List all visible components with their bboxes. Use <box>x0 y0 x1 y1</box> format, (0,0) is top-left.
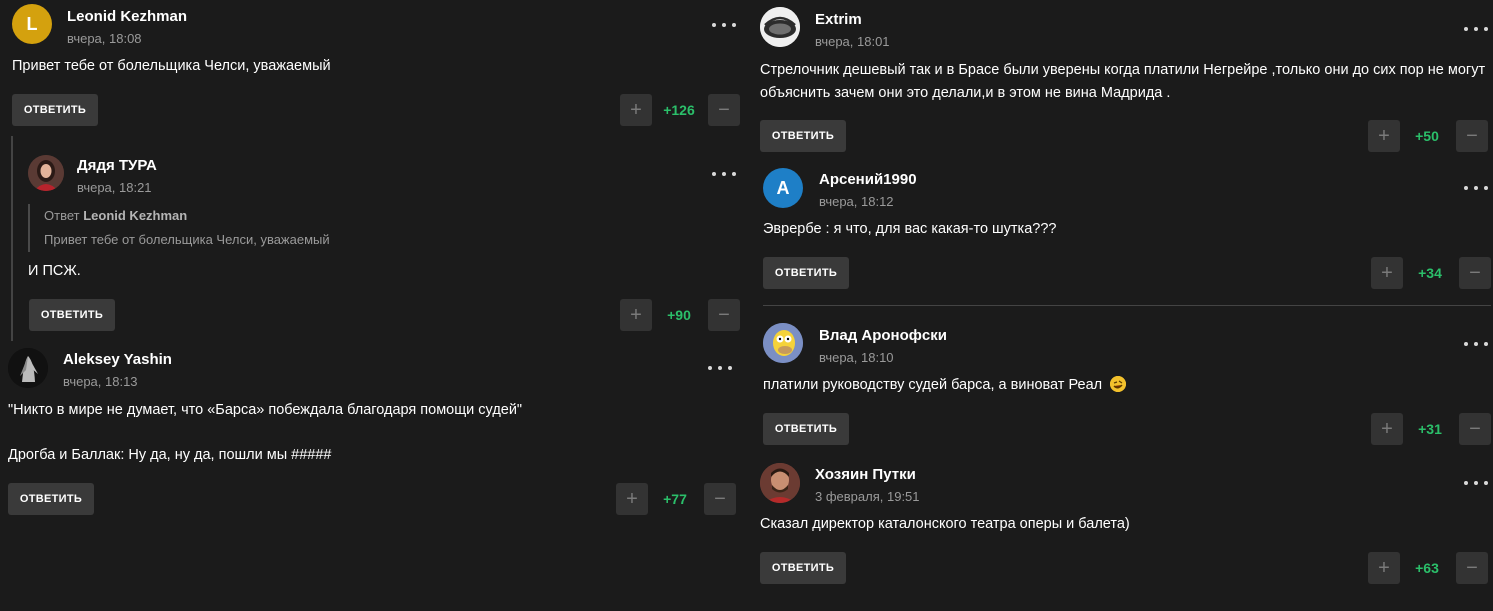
avatar[interactable]: L <box>12 4 52 44</box>
comment-leonid-kezhman: L Leonid Kezhman вчера, 18:08 Привет теб… <box>0 0 750 135</box>
comment-author[interactable]: Арсений1990 <box>819 171 917 188</box>
more-options-icon[interactable] <box>712 168 736 180</box>
reply-button[interactable]: ОТВЕТИТЬ <box>763 257 849 289</box>
dark-figure-avatar-icon[interactable] <box>8 348 48 388</box>
reply-button[interactable]: ОТВЕТИТЬ <box>12 94 98 126</box>
downvote-button[interactable]: − <box>1459 257 1491 289</box>
man-portrait-avatar-icon[interactable] <box>760 463 800 503</box>
quote-prefix: Ответ <box>44 208 80 223</box>
avatar-letter: L <box>26 13 38 34</box>
quote-header: Ответ Leonid Kezhman <box>44 204 330 228</box>
downvote-button[interactable]: − <box>708 94 740 126</box>
upvote-button[interactable]: + <box>620 299 652 331</box>
downvote-button[interactable]: − <box>1459 413 1491 445</box>
vote-score: +90 <box>667 307 691 323</box>
upvote-button[interactable]: + <box>620 94 652 126</box>
avatar-letter: A <box>776 177 790 198</box>
comment-author[interactable]: Хозяин Путки <box>815 466 916 483</box>
comment-text: Привет тебе от болельщика Челси, уважаем… <box>12 58 331 74</box>
vote-score: +31 <box>1418 421 1442 437</box>
comment-author[interactable]: Extrim <box>815 11 862 28</box>
downvote-button[interactable]: − <box>1456 552 1488 584</box>
comment-time: вчера, 18:01 <box>815 34 890 49</box>
comment-arseniy1990: A Арсений1990 вчера, 18:12 Эврербе : я ч… <box>750 160 1493 300</box>
more-options-icon[interactable] <box>708 362 732 374</box>
comment-vlad-aronofski: Влад Аронофски вчера, 18:10 платили руко… <box>750 310 1493 455</box>
downvote-button[interactable]: − <box>708 299 740 331</box>
quote-text: Привет тебе от болельщика Челси, уважаем… <box>44 232 330 247</box>
reply-button[interactable]: ОТВЕТИТЬ <box>763 413 849 445</box>
comment-time: вчера, 18:08 <box>67 31 142 46</box>
comment-author[interactable]: Leonid Kezhman <box>67 8 187 25</box>
comment-aleksey-yashin: Aleksey Yashin вчера, 18:13 "Никто в мир… <box>0 340 750 520</box>
reply-button[interactable]: ОТВЕТИТЬ <box>29 299 115 331</box>
more-options-icon[interactable] <box>1464 338 1488 350</box>
vote-score: +34 <box>1418 265 1442 281</box>
upvote-button[interactable]: + <box>1371 257 1403 289</box>
upvote-button[interactable]: + <box>616 483 648 515</box>
comment-separator <box>763 305 1491 306</box>
comment-text-line-2: Дрогба и Баллак: Ну да, ну да, пошли мы … <box>8 447 332 463</box>
comment-hozyain-putki: Хозяин Путки 3 февраля, 19:51 Сказал дир… <box>750 455 1493 605</box>
upvote-button[interactable]: + <box>1368 120 1400 152</box>
comment-time: вчера, 18:21 <box>77 180 152 195</box>
downvote-button[interactable]: − <box>1456 120 1488 152</box>
comment-time: вчера, 18:13 <box>63 374 138 389</box>
comment-time: 3 февраля, 19:51 <box>815 489 920 504</box>
vote-score: +63 <box>1415 560 1439 576</box>
vote-score: +50 <box>1415 128 1439 144</box>
comment-text: платили руководству судей барса, а винов… <box>763 377 1103 393</box>
woman-portrait-avatar-icon[interactable] <box>28 155 64 191</box>
comment-dyadya-tura: Дядя ТУРА вчера, 18:21 Ответ Leonid Kezh… <box>0 140 750 340</box>
comment-text-line-1: "Никто в мире не думает, что «Барса» поб… <box>8 402 523 418</box>
comment-author[interactable]: Влад Аронофски <box>819 327 947 344</box>
more-options-icon[interactable] <box>712 19 736 31</box>
reply-quote: Ответ Leonid Kezhman Привет тебе от боле… <box>28 204 330 252</box>
stadium-avatar-icon[interactable] <box>760 7 800 47</box>
more-options-icon[interactable] <box>1464 477 1488 489</box>
upvote-button[interactable]: + <box>1371 413 1403 445</box>
comment-author[interactable]: Aleksey Yashin <box>63 351 172 368</box>
comment-time: вчера, 18:10 <box>819 350 894 365</box>
comment-text: И ПСЖ. <box>28 263 81 279</box>
vote-score: +126 <box>663 102 695 118</box>
comment-text-wrapper: платили руководству судей барса, а винов… <box>763 372 1127 399</box>
comment-author[interactable]: Дядя ТУРА <box>77 157 157 174</box>
more-options-icon[interactable] <box>1464 23 1488 35</box>
vote-score: +77 <box>663 491 687 507</box>
cartoon-character-avatar-icon[interactable] <box>763 323 803 363</box>
downvote-button[interactable]: − <box>704 483 736 515</box>
comment-text: Эврербе : я что, для вас какая-то шутка?… <box>763 221 1057 237</box>
reply-button[interactable]: ОТВЕТИТЬ <box>760 552 846 584</box>
comment-text-line-2: объяснить зачем они это делали,и в этом … <box>760 85 1171 101</box>
reply-button[interactable]: ОТВЕТИТЬ <box>8 483 94 515</box>
comment-time: вчера, 18:12 <box>819 194 894 209</box>
reply-button[interactable]: ОТВЕТИТЬ <box>760 120 846 152</box>
quote-author[interactable]: Leonid Kezhman <box>83 208 187 223</box>
rofl-emoji-icon <box>1110 376 1127 392</box>
avatar[interactable]: A <box>763 168 803 208</box>
more-options-icon[interactable] <box>1464 182 1488 194</box>
comment-extrim: Extrim вчера, 18:01 Стрелочник дешевый т… <box>750 0 1493 160</box>
upvote-button[interactable]: + <box>1368 552 1400 584</box>
comment-text: Сказал директор каталонского театра опер… <box>760 516 1130 532</box>
